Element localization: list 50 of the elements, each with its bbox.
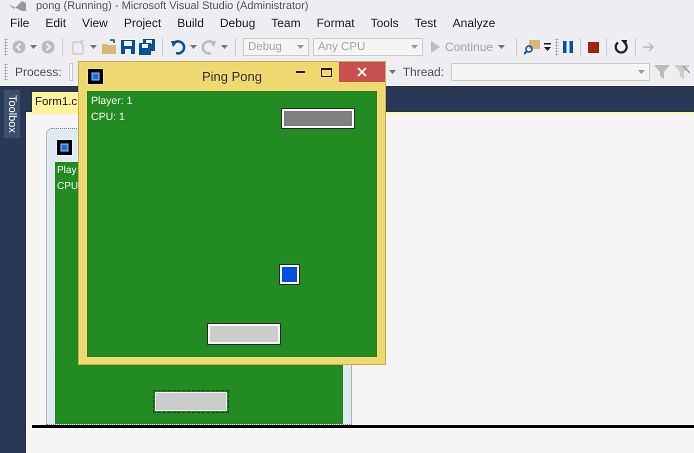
form-icon xyxy=(57,140,72,155)
minimize-icon xyxy=(296,71,304,73)
score-label: Play xyxy=(57,165,76,176)
caret-icon xyxy=(638,70,646,74)
window-icon xyxy=(88,68,103,84)
maximize-icon xyxy=(320,68,332,76)
menu-item[interactable]: Project xyxy=(116,12,170,34)
thread-label: Thread: xyxy=(402,65,446,79)
close-button[interactable] xyxy=(339,62,385,82)
paddle xyxy=(208,324,280,344)
app-logo-icon xyxy=(6,1,26,11)
close-icon xyxy=(357,67,367,77)
document-tab[interactable]: Form1.c xyxy=(32,92,80,112)
undo-icon[interactable] xyxy=(170,39,186,55)
menu-item[interactable]: Team xyxy=(263,12,309,34)
menu-item[interactable]: Test xyxy=(406,12,445,34)
menu-item[interactable]: Debug xyxy=(212,12,264,34)
caret-icon xyxy=(498,45,506,49)
score-label: Player: 1 xyxy=(91,95,132,107)
paddle xyxy=(282,109,354,128)
menu-item[interactable]: Analyze xyxy=(444,12,504,34)
pause-icon[interactable] xyxy=(563,41,574,53)
score-label: CPU xyxy=(57,181,78,192)
caret-icon[interactable] xyxy=(221,45,228,49)
toolbox-tab[interactable]: Toolbox xyxy=(4,90,20,138)
find-icon[interactable] xyxy=(524,39,540,55)
menu-item[interactable]: Tools xyxy=(362,12,407,34)
menu-item[interactable]: Format xyxy=(308,12,363,34)
caret-icon[interactable] xyxy=(388,70,396,74)
score-label: CPU: 1 xyxy=(91,111,125,123)
menu-item[interactable]: Build xyxy=(169,12,212,34)
window-title: Ping Pong xyxy=(202,68,262,84)
menu-item[interactable]: View xyxy=(74,12,116,34)
stop-icon[interactable] xyxy=(588,42,600,52)
save-icon[interactable] xyxy=(121,40,135,54)
window-title: pong (Running) - Microsoft Visual Studio (Administrator) xyxy=(36,0,308,12)
folder-icon[interactable] xyxy=(101,39,117,55)
play-icon xyxy=(431,41,440,53)
caret-icon[interactable] xyxy=(30,45,37,49)
menu-item[interactable]: File xyxy=(2,12,38,34)
clear-filter-icon[interactable] xyxy=(674,65,690,79)
restart-icon[interactable] xyxy=(614,40,628,54)
menu-item[interactable]: Edit xyxy=(37,12,74,34)
caret-icon[interactable] xyxy=(190,45,197,49)
caret-icon xyxy=(411,45,418,49)
overflow-icon[interactable] xyxy=(544,43,552,51)
save-all-icon[interactable] xyxy=(139,39,155,55)
process-label: Process: xyxy=(14,65,63,79)
caret-icon[interactable] xyxy=(90,45,97,49)
caret-icon xyxy=(297,45,304,49)
